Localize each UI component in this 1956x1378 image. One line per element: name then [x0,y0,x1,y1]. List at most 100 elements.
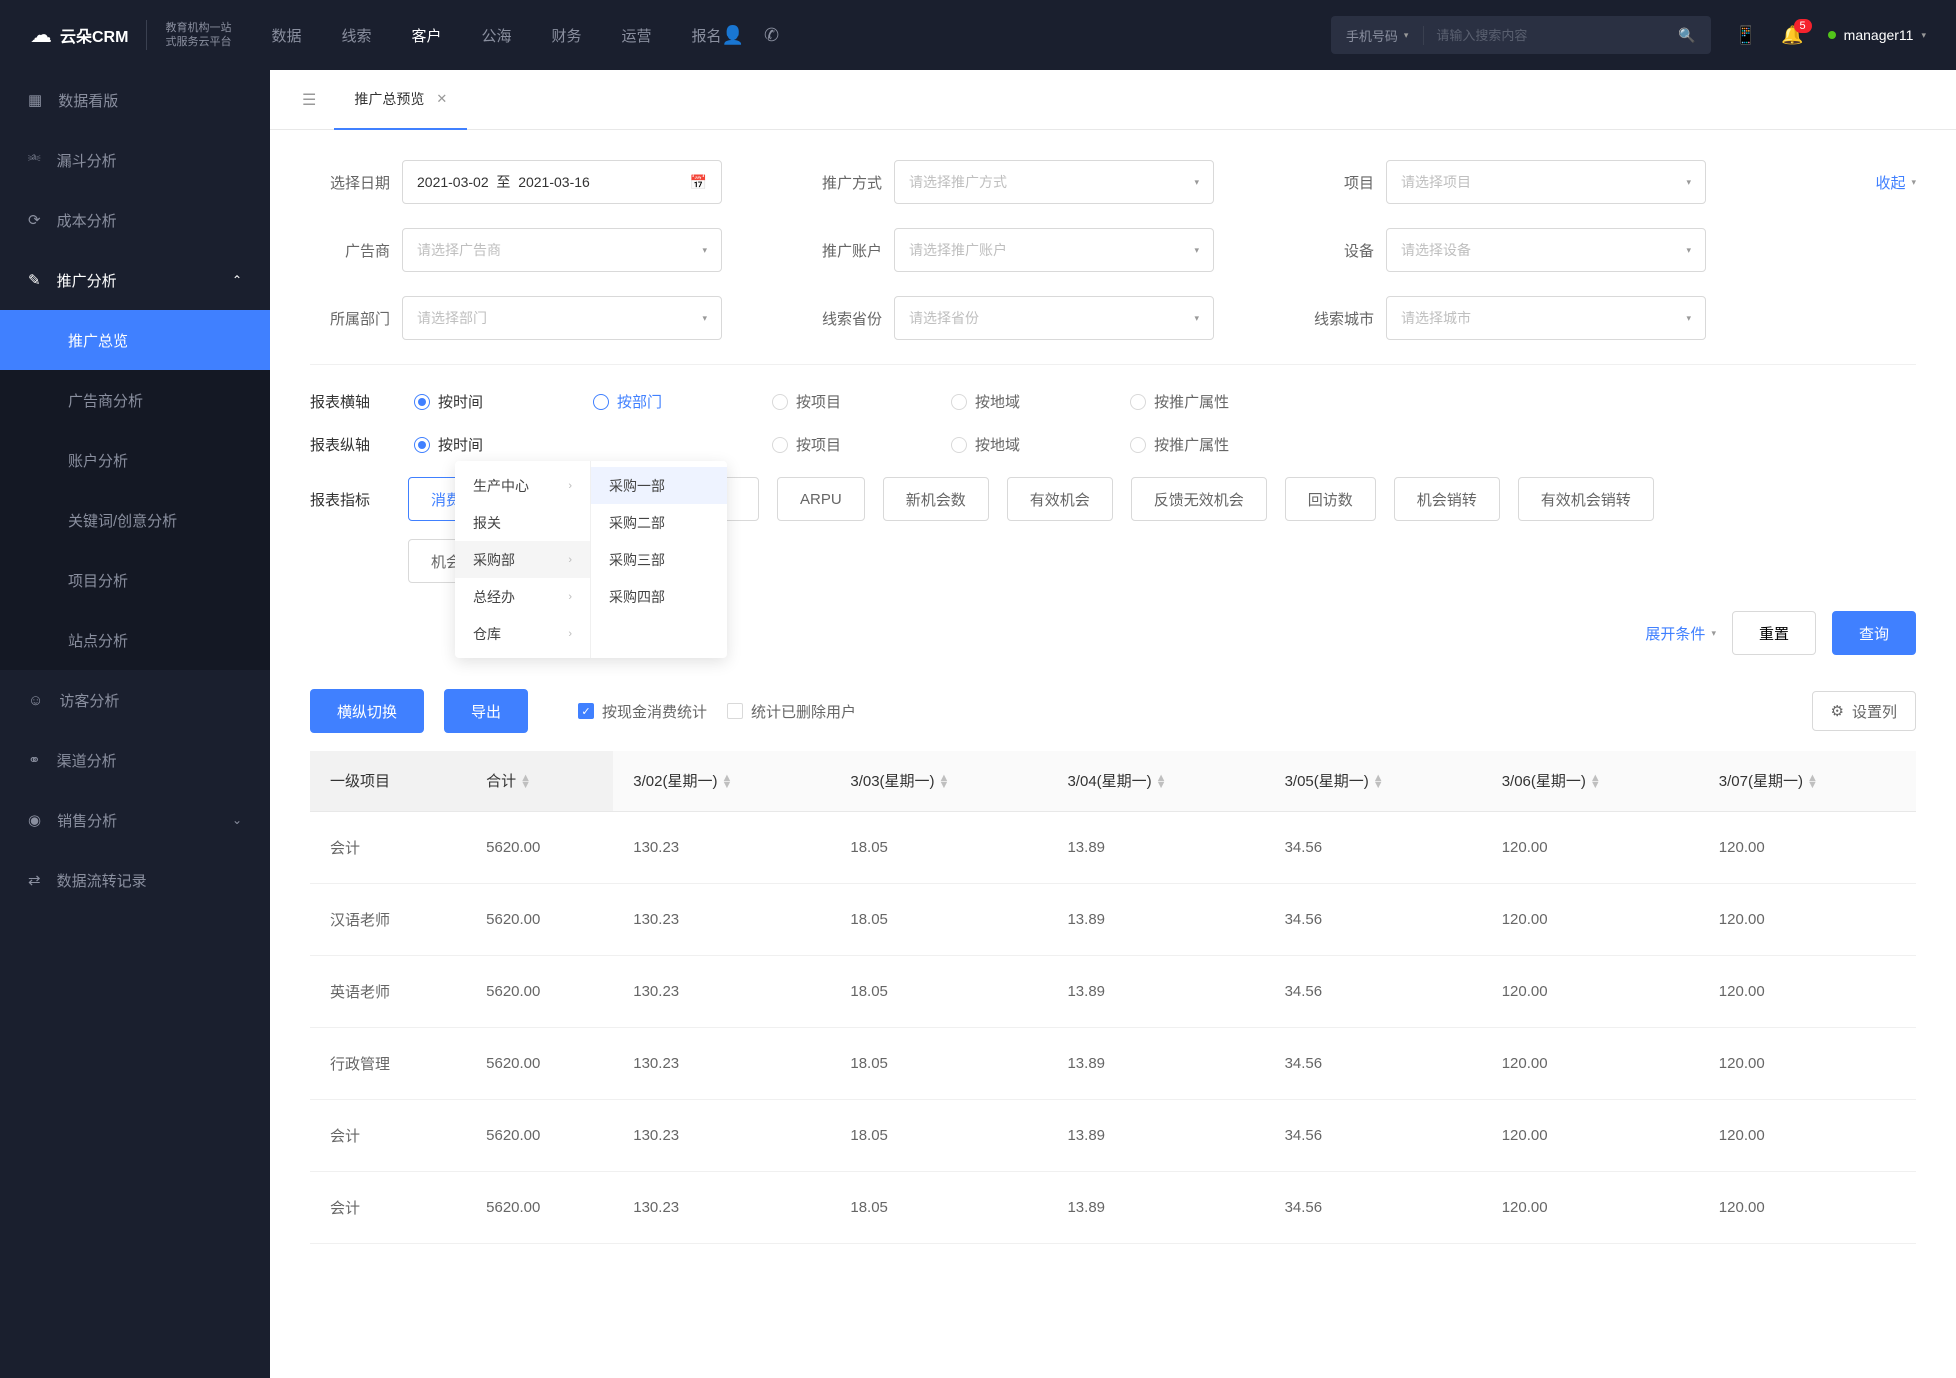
device-select[interactable]: 请选择设备▾ [1386,228,1706,272]
metric-tag[interactable]: ARPU [777,477,865,521]
column-header[interactable]: 合计▲▼ [466,751,613,811]
logo[interactable]: ☁ 云朵CRM 教育机构一站 式服务云平台 [30,20,231,50]
sidebar-sub-item[interactable]: 项目分析 [0,550,270,610]
expand-conditions-link[interactable]: 展开条件 ▾ [1645,623,1716,644]
dropdown-item[interactable]: 生产中心› [455,467,590,504]
metric-tag[interactable]: 回访数 [1285,477,1376,521]
toggle-axis-button[interactable]: 横纵切换 [310,689,424,733]
column-header[interactable]: 3/05(星期一)▲▼ [1265,751,1482,811]
dept-select[interactable]: 请选择部门▾ [402,296,722,340]
table-cell: 会计 [310,1171,466,1243]
radio-option[interactable]: 按部门 [593,391,662,412]
nav-item[interactable]: 线索 [341,25,371,46]
table-cell: 34.56 [1265,883,1482,955]
nav-item[interactable]: 公海 [482,25,512,46]
set-columns-button[interactable]: ⚙ 设置列 [1812,691,1916,731]
deleted-users-checkbox[interactable]: 统计已删除用户 [727,701,856,722]
dropdown-item[interactable]: 采购二部 [591,504,727,541]
table-cell: 34.56 [1265,955,1482,1027]
column-header[interactable]: 3/02(星期一)▲▼ [613,751,830,811]
reset-button[interactable]: 重置 [1732,611,1816,655]
collapse-link[interactable]: 收起 ▾ [1875,172,1916,193]
city-select[interactable]: 请选择城市▾ [1386,296,1706,340]
search-type-select[interactable]: 手机号码 ▾ [1331,26,1425,45]
notifications[interactable]: 🔔 5 [1781,25,1803,46]
sidebar-icon: ▦ [28,91,42,109]
search-input[interactable] [1424,28,1663,43]
chevron-down-icon: ▾ [1194,177,1199,188]
sidebar-sub-item[interactable]: 站点分析 [0,610,270,670]
chevron-down-icon: ▾ [702,313,707,324]
province-label: 线索省份 [802,308,882,329]
table-cell: 5620.00 [466,955,613,1027]
table-cell: 13.89 [1047,1099,1264,1171]
radio-option[interactable]: 按时间 [414,434,483,455]
metric-tag[interactable]: 反馈无效机会 [1131,477,1267,521]
dropdown-item[interactable]: 采购三部 [591,541,727,578]
sidebar-item[interactable]: ☺访客分析 [0,670,270,730]
method-select[interactable]: 请选择推广方式▾ [894,160,1214,204]
dropdown-item[interactable]: 总经办› [455,578,590,615]
sidebar-sub-item[interactable]: 推广总览 [0,310,270,370]
column-header[interactable]: 3/04(星期一)▲▼ [1047,751,1264,811]
advertiser-select[interactable]: 请选择广告商▾ [402,228,722,272]
metric-tag[interactable]: 机会销转 [1394,477,1500,521]
sidebar-item[interactable]: ◉销售分析⌄ [0,790,270,850]
phone-icon[interactable]: ✆ [764,25,779,46]
column-header[interactable]: 一级项目 [310,751,466,811]
project-select[interactable]: 请选择项目▾ [1386,160,1706,204]
dropdown-item[interactable]: 仓库› [455,615,590,652]
sidebar-item[interactable]: ⚭渠道分析 [0,730,270,790]
tab-promotion-overview[interactable]: 推广总预览 ✕ [334,70,467,130]
sidebar-item[interactable]: ▦数据看版 [0,70,270,130]
column-header[interactable]: 3/03(星期一)▲▼ [830,751,1047,811]
dropdown-item[interactable]: 采购部› [455,541,590,578]
user-menu[interactable]: manager11 ▾ [1828,27,1926,43]
radio-option[interactable]: 按项目 [772,391,841,412]
metric-tag[interactable]: 新机会数 [883,477,989,521]
account-select[interactable]: 请选择推广账户▾ [894,228,1214,272]
table-cell: 130.23 [613,811,830,883]
nav-item[interactable]: 运营 [622,25,652,46]
top-nav: 数据 线索 客户 公海 财务 运营 报名 [271,25,721,46]
sidebar-item[interactable]: ✎推广分析⌃ [0,250,270,310]
dropdown-item[interactable]: 报关 [455,504,590,541]
export-button[interactable]: 导出 [444,689,528,733]
sidebar-item[interactable]: ⇄数据流转记录 [0,850,270,910]
sort-icon: ▲▼ [1590,775,1601,789]
table-cell: 5620.00 [466,1171,613,1243]
sidebar-sub-item[interactable]: 关键词/创意分析 [0,490,270,550]
radio-option[interactable]: 按项目 [772,434,841,455]
province-select[interactable]: 请选择省份▾ [894,296,1214,340]
query-button[interactable]: 查询 [1832,611,1916,655]
date-range-picker[interactable]: 2021-03-02 至 2021-03-16 📅 [402,160,722,204]
search-icon[interactable]: 🔍 [1663,27,1710,44]
metric-tag[interactable]: 有效机会销转 [1518,477,1654,521]
nav-item[interactable]: 数据 [271,25,301,46]
column-header[interactable]: 3/06(星期一)▲▼ [1482,751,1699,811]
cash-stat-checkbox[interactable]: ✓ 按现金消费统计 [578,701,707,722]
sidebar-item[interactable]: ⎃漏斗分析 [0,130,270,190]
column-header[interactable]: 3/07(星期一)▲▼ [1699,751,1916,811]
nav-item[interactable]: 财务 [552,25,582,46]
table-cell: 18.05 [830,811,1047,883]
nav-item[interactable]: 客户 [411,25,441,46]
dropdown-item[interactable]: 采购一部 [591,467,727,504]
sidebar-sub-item[interactable]: 账户分析 [0,430,270,490]
user-icon[interactable]: 👤 [722,25,744,46]
nav-item[interactable]: 报名 [692,25,722,46]
menu-toggle-icon[interactable]: ☰ [284,90,334,110]
radio-option[interactable]: 按地域 [951,434,1020,455]
sidebar-item[interactable]: ⟳成本分析 [0,190,270,250]
radio-option[interactable]: 按地域 [951,391,1020,412]
metric-tag[interactable]: 有效机会 [1007,477,1113,521]
content: 选择日期 2021-03-02 至 2021-03-16 📅 推广方式 请选择推… [270,130,1956,1378]
close-icon[interactable]: ✕ [436,91,447,107]
radio-option[interactable]: 按时间 [414,391,483,412]
radio-option[interactable]: 按推广属性 [1130,434,1229,455]
dropdown-item[interactable]: 采购四部 [591,578,727,615]
dept-dropdown: 生产中心›报关采购部›总经办›仓库› 采购一部采购二部采购三部采购四部 [455,461,727,658]
mobile-icon[interactable]: 📱 [1735,25,1757,46]
sidebar-sub-item[interactable]: 广告商分析 [0,370,270,430]
radio-option[interactable]: 按推广属性 [1130,391,1229,412]
